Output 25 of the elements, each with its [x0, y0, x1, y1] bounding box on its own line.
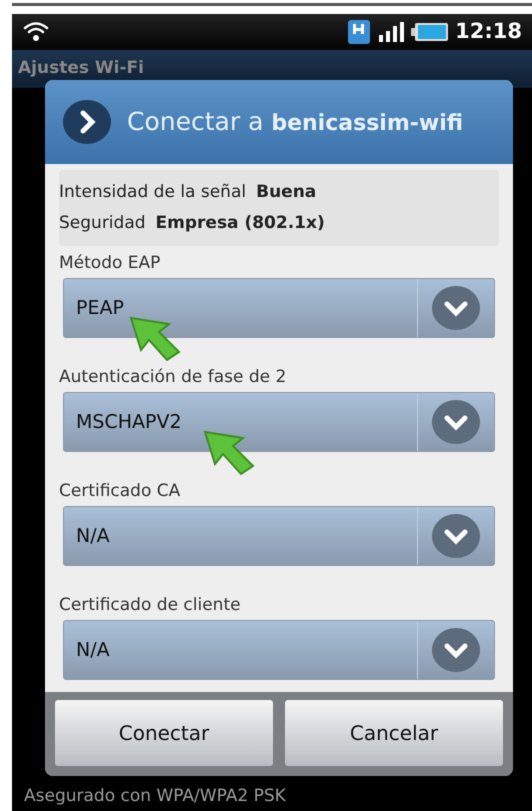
dropdown[interactable]: N/A — [63, 620, 495, 680]
info-label: Intensidad de la señal — [59, 180, 246, 204]
battery-icon — [411, 22, 450, 42]
chevron-right-icon — [63, 100, 111, 144]
chevron-down-icon — [432, 628, 480, 672]
clock-time: 12:18 — [455, 18, 522, 46]
dialog-button[interactable]: Conectar — [55, 700, 273, 766]
network-badge-icon — [347, 19, 372, 45]
chevron-down-icon — [432, 400, 480, 444]
chevron-down-icon — [432, 286, 480, 330]
field-label: Método EAP — [59, 252, 160, 275]
network-subtitle: Asegurado con WPA/WPA2 PSK — [24, 786, 286, 806]
dropdown[interactable]: N/A — [63, 506, 495, 566]
info-value: Empresa (802.1x) — [156, 212, 325, 235]
dropdown[interactable]: PEAP — [63, 278, 495, 338]
info-value: Buena — [256, 180, 316, 204]
screen-title: Ajustes Wi-Fi — [18, 57, 144, 80]
dialog-title: Conectar a benicassim-wifi — [127, 106, 464, 138]
field-label: Certificado CA — [59, 480, 180, 503]
field-label: Autenticación de fase de 2 — [59, 366, 286, 389]
dialog-button[interactable]: Cancelar — [285, 700, 503, 766]
field-label: Certificado de cliente — [59, 594, 241, 617]
dropdown[interactable]: MSCHAPV2 — [63, 392, 495, 452]
chevron-down-icon — [432, 514, 480, 558]
info-label: Seguridad — [59, 212, 146, 235]
